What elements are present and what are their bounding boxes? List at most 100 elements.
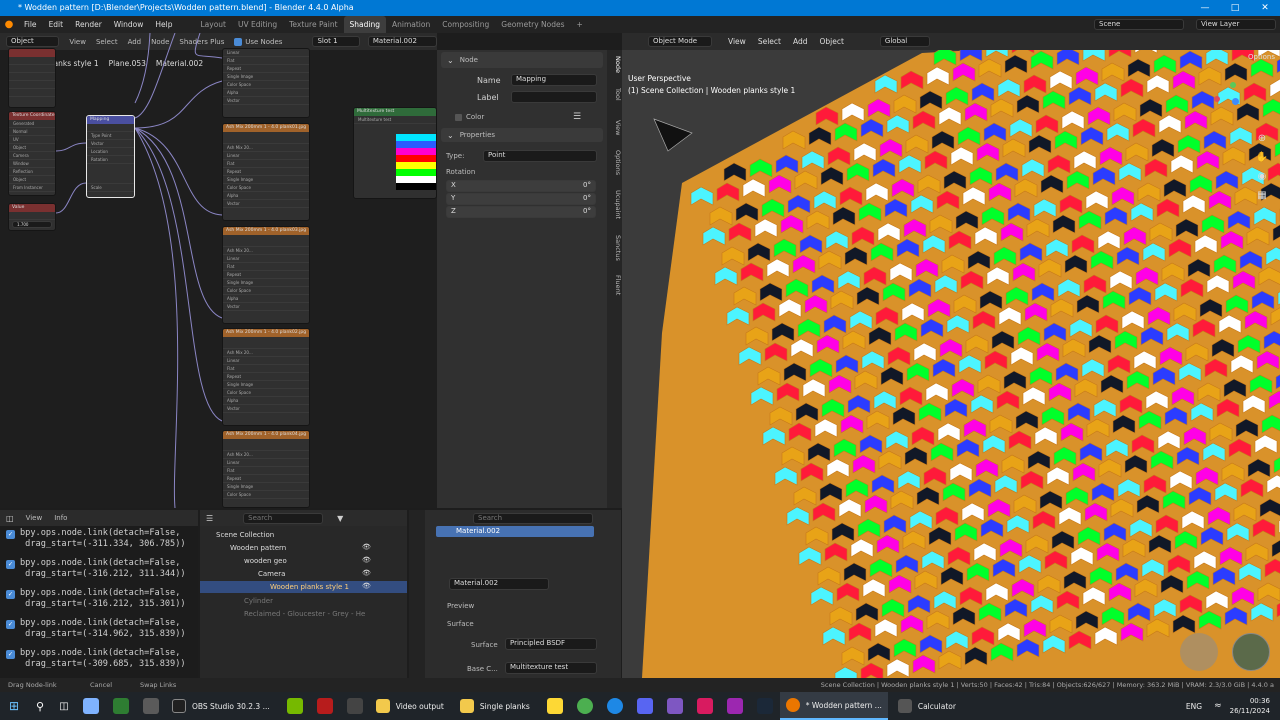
tab-layout[interactable]: Layout xyxy=(194,16,232,33)
label-field[interactable] xyxy=(511,91,597,103)
node-section-header[interactable]: ⌄ Node xyxy=(441,52,603,68)
image-texture-node-2[interactable]: Ash Mix 200mm 1 - 4.0 plank03.jpg Ash Mi… xyxy=(222,226,310,324)
image-texture-node-4[interactable]: Ash Mix 200mm 1 - 4.0 plank04.jpg Ash Mi… xyxy=(222,430,310,508)
properties-search-input[interactable]: Search xyxy=(473,513,593,524)
edge-icon[interactable] xyxy=(606,698,623,714)
image-texture-node[interactable]: Linear Flat Repeat Single Image Color Sp… xyxy=(222,48,310,118)
tree-item-camera[interactable]: Camera xyxy=(258,568,285,580)
wifi-icon[interactable]: ≈ xyxy=(1214,701,1222,711)
app-icon[interactable] xyxy=(316,698,333,714)
app-icon[interactable] xyxy=(346,698,363,714)
hand-pan-icon[interactable]: ✋ xyxy=(1256,152,1268,163)
3d-viewport[interactable]: User Perspective (1) Scene Collection | … xyxy=(622,33,1280,678)
editor-type-icon[interactable]: ◫ xyxy=(6,514,14,523)
eye-icon[interactable]: 👁 xyxy=(362,556,371,564)
texture-coordinate-node[interactable]: Texture Coordinate Generated Normal UV O… xyxy=(8,111,56,196)
language-indicator[interactable]: ENG xyxy=(1186,702,1202,711)
console-line[interactable]: ✓ bpy.ops.node.link(detach=False, drag_st… xyxy=(0,558,198,588)
list-icon[interactable]: ☰ xyxy=(573,112,581,122)
tab-sanctus[interactable]: Sanctus xyxy=(607,235,622,261)
tree-item-scene-collection[interactable]: Scene Collection xyxy=(216,529,274,541)
chrome-icon[interactable] xyxy=(576,698,593,714)
menu-info[interactable]: Info xyxy=(54,514,67,522)
material-slot-item[interactable]: Material.002 xyxy=(436,526,594,537)
discord-icon[interactable] xyxy=(636,698,653,714)
menu-render[interactable]: Render xyxy=(69,16,108,33)
console-line[interactable]: ✓ bpy.ops.node.link(detach=False, drag_st… xyxy=(0,618,198,648)
tab-uv-editing[interactable]: UV Editing xyxy=(232,16,283,33)
filter-icon[interactable]: ▼ xyxy=(337,514,343,523)
tree-item-cylinder[interactable]: Cylinder xyxy=(244,595,273,607)
mapping-node[interactable]: Mapping Type Point Vector Location Rotat… xyxy=(86,115,135,198)
scene-selector[interactable]: Scene xyxy=(1094,19,1184,30)
tab-fluent[interactable]: Fluent xyxy=(607,275,622,295)
menu-add[interactable]: Add xyxy=(787,37,814,46)
console-line[interactable]: ✓ bpy.ops.node.link(detach=False, drag_st… xyxy=(0,528,198,558)
surface-shader-field[interactable]: Principled BSDF xyxy=(505,638,597,650)
maximize-icon[interactable]: □ xyxy=(1220,0,1250,16)
name-field[interactable]: Mapping xyxy=(511,74,597,86)
task-view-icon[interactable]: ◫ xyxy=(52,701,76,712)
app-icon[interactable] xyxy=(546,698,563,714)
image-texture-node-1[interactable]: Ash Mix 200mm 1 - 4.0 plank01.jpg Ash Mi… xyxy=(222,123,310,221)
clock[interactable]: 00:36 26/11/2024 xyxy=(1230,696,1270,716)
outliner-search-input[interactable]: Search xyxy=(243,512,324,524)
menu-view[interactable]: View xyxy=(722,37,752,46)
zoom-icon[interactable]: ⊕ xyxy=(1258,133,1266,144)
taskbar-app-calculator[interactable]: Calculator xyxy=(892,692,962,720)
tab-texture-paint[interactable]: Texture Paint xyxy=(283,16,343,33)
app-icon[interactable] xyxy=(726,698,743,714)
input-node[interactable] xyxy=(8,48,56,108)
base-color-field[interactable]: Multitexture test xyxy=(505,662,597,674)
options-button[interactable]: Options xyxy=(1242,53,1280,61)
multitexture-node[interactable]: Multitexture test Multitexture test xyxy=(353,107,437,199)
search-icon[interactable]: ⚲ xyxy=(28,700,52,713)
copilot-icon[interactable] xyxy=(83,698,99,714)
blender-logo-icon[interactable]: ● xyxy=(0,19,18,30)
taskbar-app-single-planks[interactable]: Single planks xyxy=(454,692,536,720)
menu-object[interactable]: Object xyxy=(813,37,849,46)
app-icon[interactable] xyxy=(143,698,159,714)
eye-icon[interactable]: 👁 xyxy=(362,582,371,590)
eye-icon[interactable]: 👁 xyxy=(362,543,371,551)
surface-panel-header[interactable]: Surface xyxy=(447,620,474,628)
mode-dropdown[interactable]: Object Mode xyxy=(648,36,712,47)
node-editor[interactable]: Object View Select Add Node Shaders Plus… xyxy=(0,33,437,508)
tab-tool[interactable]: Tool xyxy=(607,88,622,101)
app-icon[interactable] xyxy=(666,698,683,714)
orientation-dropdown[interactable]: Global xyxy=(879,36,930,47)
taskbar-app-blender[interactable]: * Wodden pattern ... xyxy=(779,692,888,720)
menu-file[interactable]: File xyxy=(18,16,43,33)
tree-item-wooden-pattern[interactable]: Wooden pattern xyxy=(230,542,286,554)
rotation-x-field[interactable]: X 0° xyxy=(446,180,596,192)
tab-options[interactable]: Options xyxy=(607,150,622,175)
console-line[interactable]: ✓ bpy.ops.node.link(detach=False, drag_st… xyxy=(0,588,198,618)
steam-icon[interactable] xyxy=(756,698,773,714)
console-line[interactable]: ✓ bpy.ops.node.link(detach=False, drag_st… xyxy=(0,648,198,678)
view-layer-selector[interactable]: View Layer xyxy=(1196,19,1276,30)
color-section[interactable]: Color xyxy=(455,113,484,121)
tab-ucupaint[interactable]: Ucupaint xyxy=(607,190,622,219)
editor-type-icon[interactable]: ☰ xyxy=(206,514,213,523)
taskbar-app-obs[interactable]: OBS Studio 30.2.3 ... xyxy=(166,692,276,720)
rotation-y-field[interactable]: Y 0° xyxy=(446,193,596,205)
minimize-icon[interactable]: — xyxy=(1190,0,1220,16)
properties-section-header[interactable]: ⌄ Properties xyxy=(441,128,603,142)
tab-node[interactable]: Node xyxy=(607,56,622,73)
eye-icon[interactable]: 👁 xyxy=(362,569,371,577)
material-datablock-field[interactable]: Material.002 xyxy=(449,578,549,590)
tab-shading[interactable]: Shading xyxy=(343,16,386,33)
windows-start-icon[interactable]: ⊞ xyxy=(0,699,28,713)
nvidia-icon[interactable] xyxy=(286,698,303,714)
preview-panel-header[interactable]: Preview xyxy=(447,602,474,610)
grid-icon[interactable]: ▦ xyxy=(1257,190,1266,201)
tree-item-wooden-planks[interactable]: Wooden planks style 1 xyxy=(200,581,407,593)
type-dropdown[interactable]: Point xyxy=(483,150,597,162)
tab-animation[interactable]: Animation xyxy=(386,16,436,33)
rotation-z-field[interactable]: Z 0° xyxy=(446,206,596,218)
app-icon[interactable] xyxy=(113,698,129,714)
add-workspace-icon[interactable]: + xyxy=(571,16,589,33)
value-field[interactable]: 1.700 xyxy=(12,221,52,228)
value-node[interactable]: Value 1.700 xyxy=(8,203,56,231)
color-checkbox[interactable] xyxy=(455,113,462,121)
